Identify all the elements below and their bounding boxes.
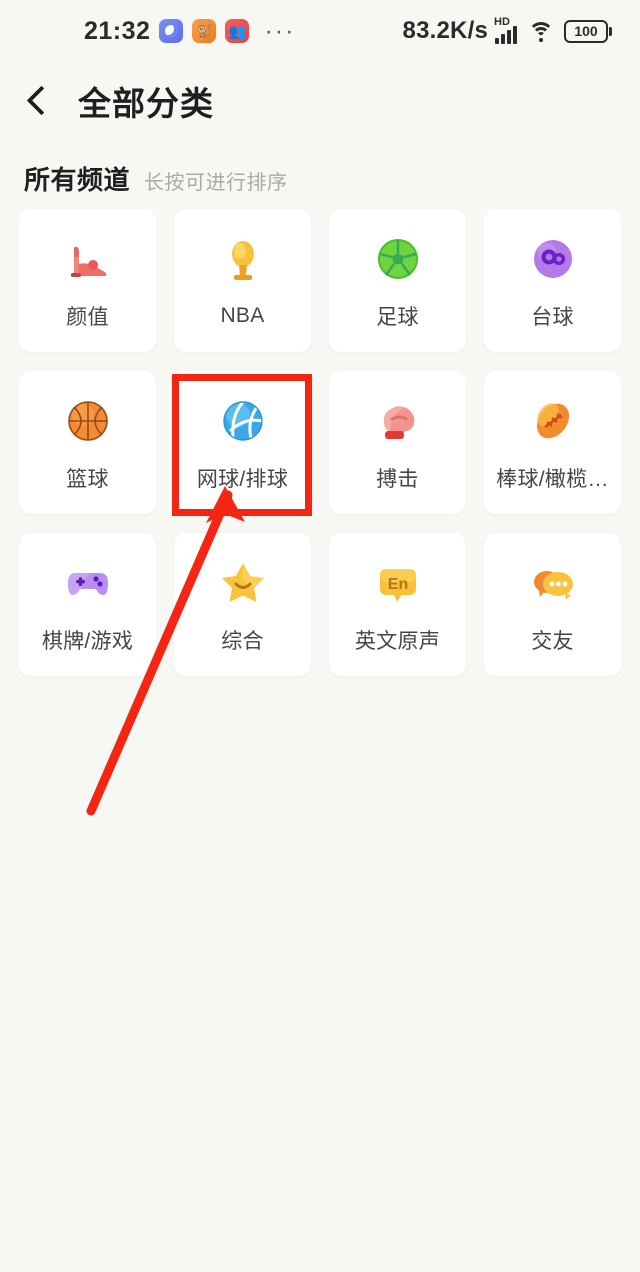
channel-card-yanzhi[interactable]: 颜值	[19, 209, 156, 352]
phone-screen: 21:32 🐒 👥 ··· 83.2K/s HD 100 全部分类 所有频道 长…	[0, 0, 640, 1272]
channel-grid: 颜值 NBA 足球 台球 篮球 网球/排球 搏击 棒球/橄榄… 棋牌/游戏 综合…	[19, 209, 623, 676]
signal-bars-icon: HD	[494, 16, 517, 44]
nav-bar: 全部分类	[0, 62, 640, 140]
channel-label: NBA	[220, 303, 265, 327]
network-speed-text: 83.2K/s	[402, 17, 488, 44]
status-bar-right: 83.2K/s HD 100	[403, 17, 612, 45]
channel-label: 颜值	[66, 305, 109, 329]
channel-card-baseball-rugby[interactable]: 棒球/橄榄…	[484, 371, 621, 514]
channel-card-english-audio[interactable]: En 英文原声	[329, 533, 466, 676]
trophy-icon	[215, 234, 271, 290]
channel-label: 棒球/橄榄…	[496, 467, 609, 491]
chevron-left-icon[interactable]	[22, 81, 56, 121]
battery-icon: 100	[564, 19, 612, 43]
status-time: 21:32	[84, 16, 151, 45]
channel-label: 搏击	[376, 467, 419, 491]
signal-bars-graphic	[495, 26, 517, 44]
channel-card-tennis-volleyball[interactable]: 网球/排球	[174, 371, 311, 514]
smiling-star-icon	[215, 555, 271, 611]
section-title: 所有频道	[24, 165, 131, 195]
channel-label: 网球/排球	[196, 467, 289, 491]
status-bar: 21:32 🐒 👥 ··· 83.2K/s HD 100	[0, 0, 640, 62]
section-subtitle: 长按可进行排序	[144, 172, 288, 194]
channel-card-football[interactable]: 足球	[329, 209, 466, 352]
gamepad-icon	[60, 555, 116, 611]
channel-label: 英文原声	[354, 629, 441, 653]
high-heel-icon	[60, 231, 116, 287]
page-title: 全部分类	[78, 85, 214, 122]
channel-label: 足球	[376, 305, 419, 329]
wifi-icon	[527, 21, 554, 42]
channel-card-nba[interactable]: NBA	[174, 209, 311, 352]
channel-label: 台球	[531, 305, 574, 329]
channel-label: 篮球	[66, 467, 109, 491]
channel-card-friends[interactable]: 交友	[484, 533, 621, 676]
app-icon-orange: 🐒	[192, 19, 217, 43]
app-icon-red: 👥	[225, 19, 250, 43]
channel-card-basketball[interactable]: 篮球	[19, 371, 156, 514]
channel-label: 综合	[221, 629, 264, 653]
channel-card-fighting[interactable]: 搏击	[329, 371, 466, 514]
en-bubble-icon: En	[370, 555, 426, 611]
app-icon-blue	[159, 19, 184, 43]
status-overflow-icon: ···	[264, 17, 296, 45]
svg-text:En: En	[387, 576, 407, 593]
section-header: 所有频道 长按可进行排序	[24, 160, 288, 197]
channel-card-billiards[interactable]: 台球	[484, 209, 621, 352]
hd-label: HD	[494, 16, 510, 28]
chat-bubbles-icon	[525, 555, 581, 611]
billiard-ball-icon	[525, 231, 581, 287]
boxing-glove-icon	[370, 393, 426, 449]
football-icon	[525, 393, 581, 449]
channel-card-games[interactable]: 棋牌/游戏	[19, 533, 156, 676]
status-bar-left: 21:32 🐒 👥 ···	[84, 17, 295, 46]
volleyball-icon	[215, 393, 271, 449]
channel-card-variety[interactable]: 综合	[174, 533, 311, 676]
soccer-ball-icon	[370, 231, 426, 287]
channel-label: 交友	[531, 629, 574, 653]
battery-level-text: 100	[574, 23, 598, 39]
channel-label: 棋牌/游戏	[41, 629, 134, 653]
basketball-icon	[60, 393, 116, 449]
